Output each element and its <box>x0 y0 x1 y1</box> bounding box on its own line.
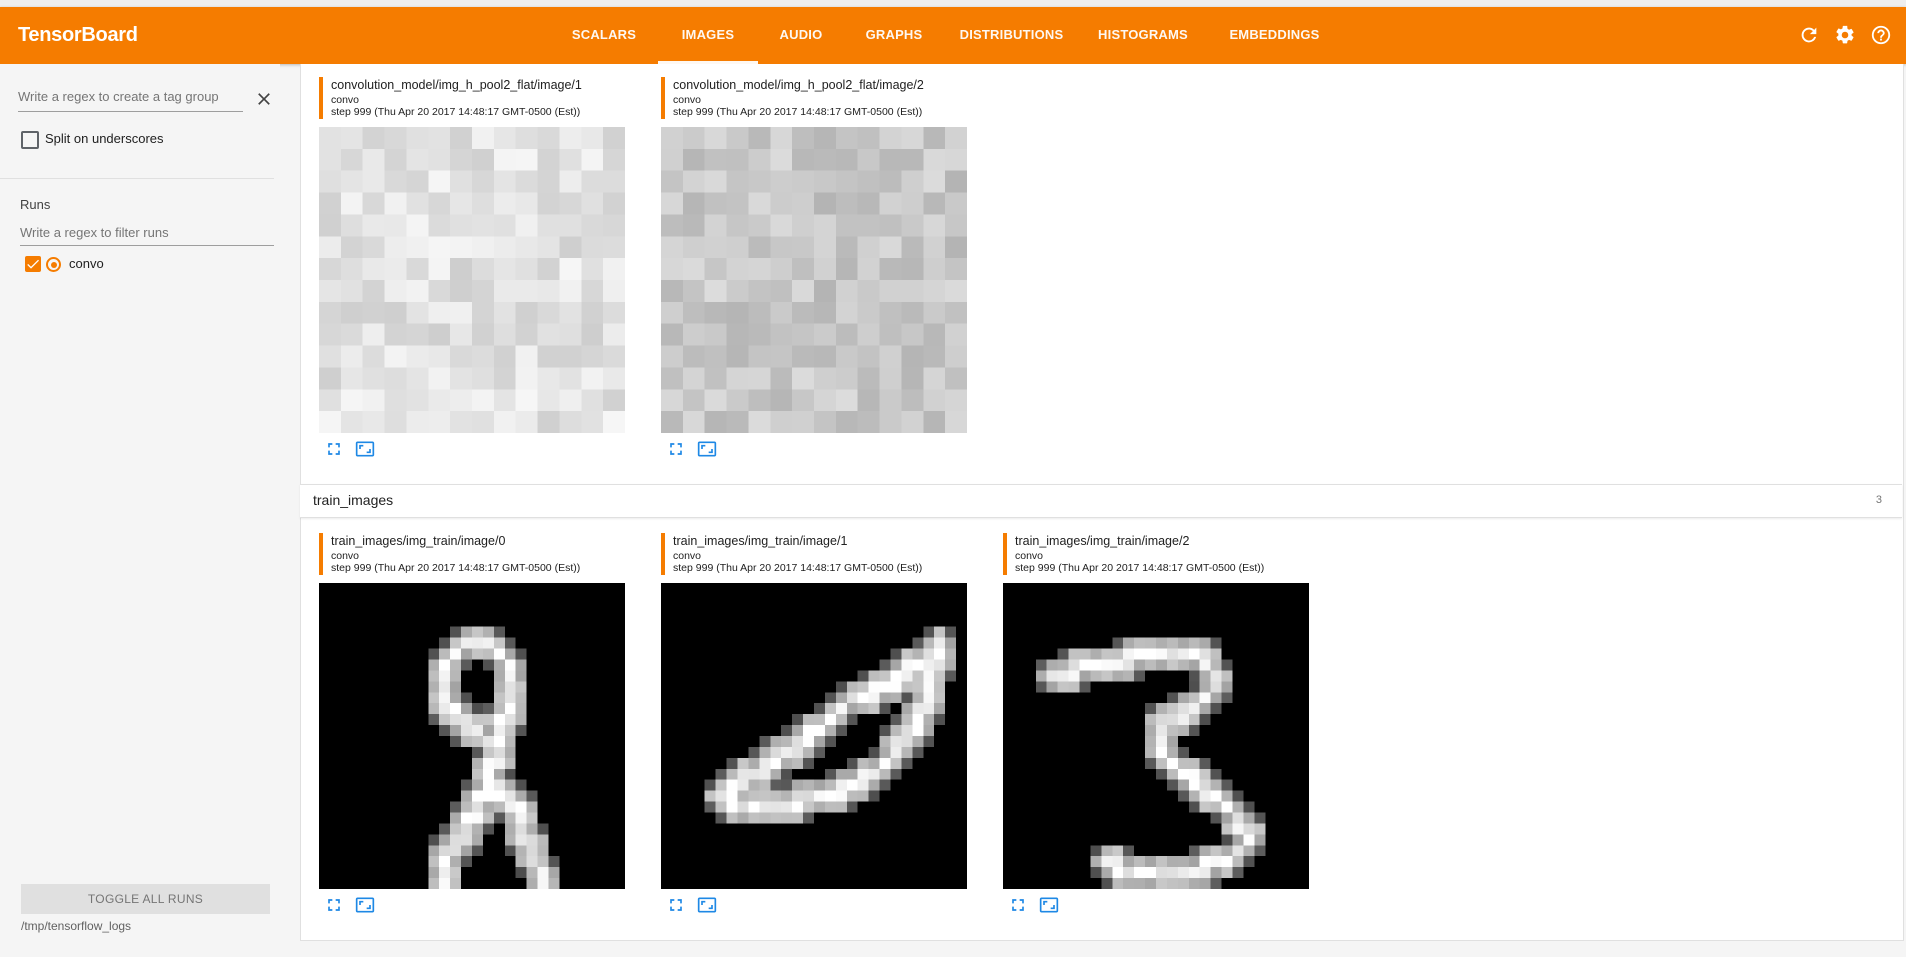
fullscreen-icon[interactable] <box>666 895 686 915</box>
refresh-icon[interactable] <box>1798 24 1820 46</box>
checkmark-icon <box>27 259 39 269</box>
mnist-digit-image <box>1003 583 1309 889</box>
card-tag: train_images/img_train/image/2 <box>1015 534 1190 548</box>
actual-size-icon[interactable] <box>697 439 717 459</box>
card-run: convo <box>331 550 360 562</box>
card-step: step 999 (Thu Apr 20 2017 14:48:17 GMT-0… <box>331 562 581 574</box>
tab-audio[interactable]: AUDIO <box>758 7 844 64</box>
sidebar-divider <box>0 178 274 179</box>
card-step: step 999 (Thu Apr 20 2017 14:48:17 GMT-0… <box>673 562 923 574</box>
tab-distributions[interactable]: DISTRIBUTIONS <box>944 7 1079 64</box>
tag-group-regex-input[interactable]: Write a regex to create a tag group <box>18 89 243 112</box>
top-app-bar: TensorBoard SCALARS IMAGES AUDIO GRAPHS … <box>0 7 1906 64</box>
card-header: convolution_model/img_h_pool2_flat/image… <box>319 77 629 119</box>
card-run: convo <box>331 94 360 106</box>
actual-size-icon[interactable] <box>355 895 375 915</box>
fullscreen-icon[interactable] <box>1008 895 1028 915</box>
actual-size-icon[interactable] <box>355 439 375 459</box>
card-header: train_images/img_train/image/2 convo ste… <box>1003 533 1313 575</box>
toggle-all-runs-button[interactable]: TOGGLE ALL RUNS <box>21 884 270 914</box>
section-count: 3 <box>1875 494 1882 506</box>
split-underscores-checkbox[interactable] <box>21 131 39 149</box>
card-actions <box>319 895 399 915</box>
card-actions <box>1003 895 1083 915</box>
runs-filter-placeholder: Write a regex to filter runs <box>20 225 169 240</box>
card-run: convo <box>1015 550 1044 562</box>
card-tag: convolution_model/img_h_pool2_flat/image… <box>331 78 582 92</box>
runs-filter-input[interactable]: Write a regex to filter runs <box>20 225 274 246</box>
section-header-train-images[interactable]: train_images 3 <box>300 484 1902 518</box>
window-top-strip <box>0 0 1906 7</box>
pool-activation-image <box>661 127 967 433</box>
card-tag: train_images/img_train/image/0 <box>331 534 506 548</box>
card-header: train_images/img_train/image/0 convo ste… <box>319 533 629 575</box>
split-underscores-label: Split on underscores <box>45 131 164 146</box>
app-title: TensorBoard <box>18 24 138 46</box>
tag-group-regex-placeholder: Write a regex to create a tag group <box>18 89 219 104</box>
card-actions <box>661 439 741 459</box>
tab-images[interactable]: IMAGES <box>658 7 758 64</box>
tab-embeddings[interactable]: EMBEDDINGS <box>1207 7 1342 64</box>
card-step: step 999 (Thu Apr 20 2017 14:48:17 GMT-0… <box>1015 562 1265 574</box>
run-convo-checkbox[interactable] <box>25 256 41 272</box>
tab-scalars[interactable]: SCALARS <box>550 7 658 64</box>
card-actions <box>661 895 741 915</box>
fullscreen-icon[interactable] <box>666 439 686 459</box>
card-header: train_images/img_train/image/1 convo ste… <box>661 533 971 575</box>
log-directory: /tmp/tensorflow_logs <box>21 919 132 933</box>
section-title: train_images <box>313 492 394 508</box>
card-tag: train_images/img_train/image/1 <box>673 534 848 548</box>
tab-histograms[interactable]: HISTOGRAMS <box>1079 7 1207 64</box>
mnist-digit-image <box>319 583 625 889</box>
actual-size-icon[interactable] <box>1039 895 1059 915</box>
card-actions <box>319 439 399 459</box>
help-icon[interactable] <box>1870 24 1892 46</box>
tab-graphs[interactable]: GRAPHS <box>844 7 944 64</box>
card-run: convo <box>673 94 702 106</box>
clear-tag-regex-icon[interactable] <box>254 89 274 109</box>
card-step: step 999 (Thu Apr 20 2017 14:48:17 GMT-0… <box>331 106 581 118</box>
card-header: convolution_model/img_h_pool2_flat/image… <box>661 77 971 119</box>
settings-gear-icon[interactable] <box>1834 24 1856 46</box>
actual-size-icon[interactable] <box>697 895 717 915</box>
runs-title: Runs <box>20 197 51 212</box>
pool-activation-image <box>319 127 625 433</box>
card-tag: convolution_model/img_h_pool2_flat/image… <box>673 78 924 92</box>
run-convo-label: convo <box>69 256 104 271</box>
fullscreen-icon[interactable] <box>324 895 344 915</box>
card-step: step 999 (Thu Apr 20 2017 14:48:17 GMT-0… <box>673 106 923 118</box>
card-run: convo <box>673 550 702 562</box>
mnist-digit-image <box>661 583 967 889</box>
fullscreen-icon[interactable] <box>324 439 344 459</box>
run-convo-radio[interactable] <box>46 257 61 272</box>
